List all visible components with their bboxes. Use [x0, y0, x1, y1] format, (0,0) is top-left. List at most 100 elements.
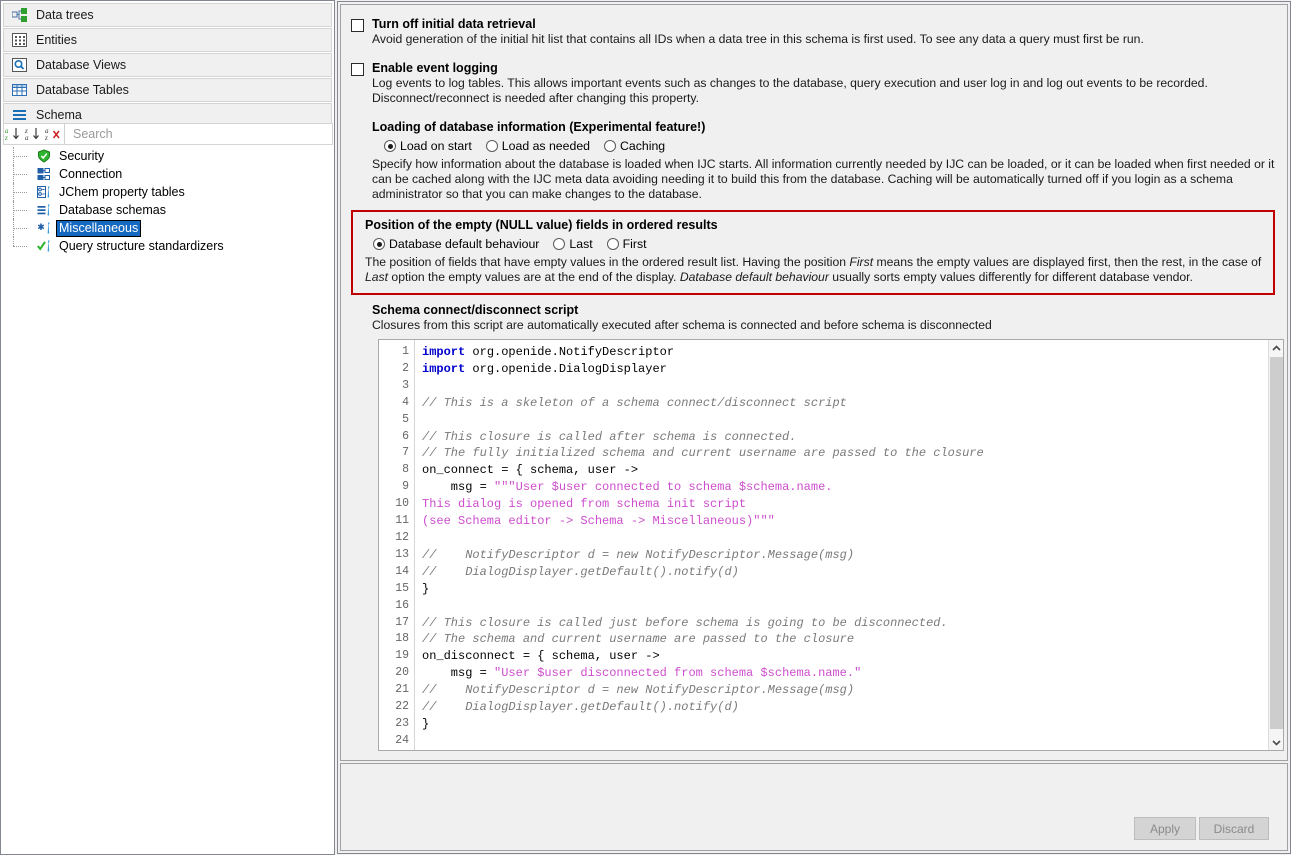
code-line: on_disconnect = { schema, user ->	[422, 648, 1267, 665]
code-line: // NotifyDescriptor d = new NotifyDescri…	[422, 547, 1267, 564]
accordion-item-database-views[interactable]: Database Views	[3, 53, 332, 77]
radio-indicator	[373, 238, 385, 250]
code-token: // The schema and current username are p…	[422, 632, 854, 646]
line-number: 3	[379, 378, 414, 395]
loading-of-database-information-group: Loading of database information (Experim…	[372, 120, 1275, 202]
code-line	[422, 733, 1267, 750]
radio-label: Load as needed	[502, 139, 590, 153]
accordion-item-database-tables[interactable]: Database Tables	[3, 78, 332, 102]
svg-text:z: z	[45, 134, 48, 142]
code-token: // DialogDisplayer.getDefault().notify(d…	[422, 565, 739, 579]
connection-plug-icon	[35, 166, 53, 182]
radio-load-as-needed[interactable]: Load as needed	[486, 139, 590, 153]
editor-code-area[interactable]: import org.openide.NotifyDescriptorimpor…	[416, 340, 1267, 750]
accordion-item-entities[interactable]: Entities	[3, 28, 332, 52]
code-token: import	[422, 345, 465, 359]
code-token: "User $user disconnected from schema $sc…	[494, 666, 861, 680]
tree-connector	[11, 237, 35, 255]
code-token: }	[422, 582, 429, 596]
green-shield-icon	[35, 148, 53, 164]
line-number: 19	[379, 648, 414, 665]
code-line: // DialogDisplayer.getDefault().notify(d…	[422, 699, 1267, 716]
tree-connector	[11, 183, 35, 201]
line-number: 7	[379, 445, 414, 462]
line-number: 14	[379, 564, 414, 581]
code-token: // This closure is called after schema i…	[422, 430, 796, 444]
code-line	[422, 412, 1267, 429]
code-token: // The fully initialized schema and curr…	[422, 446, 984, 460]
code-line: // This is a skeleton of a schema connec…	[422, 395, 1267, 412]
tree-item-jchem-property-tables[interactable]: JChem property tables	[1, 183, 334, 201]
tree-item-label: Connection	[57, 167, 124, 182]
tree-item-label: Security	[57, 149, 106, 164]
a-z-sort-clear-icon[interactable]: a z	[44, 124, 64, 144]
tree-connector	[11, 201, 35, 219]
enable-event-logging-checkbox[interactable]	[351, 63, 364, 76]
tree-item-miscellaneous[interactable]: Miscellaneous	[1, 219, 334, 237]
radio-first[interactable]: First	[607, 237, 647, 251]
script-code-editor[interactable]: 123456789101112131415161718192021222324 …	[378, 339, 1284, 751]
tree-item-database-schemas[interactable]: Database schemas	[1, 201, 334, 219]
entities-grid-icon	[12, 32, 30, 48]
accordion-label: Database Views	[36, 58, 126, 72]
line-number: 24	[379, 733, 414, 750]
discard-button[interactable]: Discard	[1199, 817, 1269, 840]
line-number: 18	[379, 631, 414, 648]
code-token: (see Schema editor -> Schema -> Miscella…	[422, 514, 775, 528]
chevron-down-icon[interactable]	[1269, 734, 1284, 750]
code-token: """User $user connected to schema $schem…	[494, 480, 832, 494]
left-navigator-panel: Data trees Entities	[0, 0, 335, 855]
radio-load-on-start[interactable]: Load on start	[384, 139, 472, 153]
database-schemas-wrench-icon	[35, 202, 53, 218]
tree-item-security[interactable]: Security	[1, 147, 334, 165]
code-line: import org.openide.NotifyDescriptor	[422, 344, 1267, 361]
line-number: 10	[379, 496, 414, 513]
tree-item-query-structure-standardizers[interactable]: Query structure standardizers	[1, 237, 334, 255]
schema-settings-tree: Security Connection	[1, 147, 334, 255]
accordion-item-data-trees[interactable]: Data trees	[3, 3, 332, 27]
z-a-sort-descending-icon[interactable]: z a	[24, 124, 44, 144]
code-line: // The schema and current username are p…	[422, 631, 1267, 648]
enable-event-logging-description: Log events to log tables. This allows im…	[372, 76, 1275, 106]
property-table-wrench-icon	[35, 184, 53, 200]
code-token: }	[422, 717, 429, 731]
schema-connect-disconnect-script-group: Schema connect/disconnect script Closure…	[372, 303, 1275, 333]
database-view-magnifier-icon	[12, 57, 30, 73]
apply-button[interactable]: Apply	[1134, 817, 1196, 840]
editor-vertical-scrollbar[interactable]	[1268, 340, 1283, 750]
line-number: 23	[379, 716, 414, 733]
schema-connect-disconnect-script-description: Closures from this script are automatica…	[372, 318, 1275, 333]
code-token: // NotifyDescriptor d = new NotifyDescri…	[422, 548, 854, 562]
turn-off-initial-data-retrieval-description: Avoid generation of the initial hit list…	[372, 32, 1275, 47]
accordion-label: Entities	[36, 33, 77, 47]
code-token: // DialogDisplayer.getDefault().notify(d…	[422, 700, 739, 714]
code-line: // This closure is called after schema i…	[422, 429, 1267, 446]
radio-caching[interactable]: Caching	[604, 139, 665, 153]
chevron-up-icon[interactable]	[1269, 340, 1284, 356]
line-number: 21	[379, 682, 414, 699]
scrollbar-thumb[interactable]	[1270, 357, 1283, 729]
code-token: on_disconnect = { schema, user ->	[422, 649, 660, 663]
search-input[interactable]	[64, 124, 332, 144]
code-token: org.openide.DialogDisplayer	[465, 362, 667, 376]
turn-off-initial-data-retrieval-checkbox[interactable]	[351, 19, 364, 32]
tree-item-label: Query structure standardizers	[57, 239, 226, 254]
radio-last[interactable]: Last	[553, 237, 592, 251]
null-position-radio-group: Database default behaviour Last First	[373, 237, 1263, 251]
code-line	[422, 598, 1267, 615]
tree-connector	[11, 147, 35, 165]
tree-item-connection[interactable]: Connection	[1, 165, 334, 183]
a-z-sort-ascending-icon[interactable]: a z	[4, 124, 24, 144]
null-position-highlighted-section: Position of the empty (NULL value) field…	[351, 210, 1275, 295]
table-grid-icon	[12, 82, 30, 98]
radio-database-default-behaviour[interactable]: Database default behaviour	[373, 237, 539, 251]
line-number: 1	[379, 344, 414, 361]
turn-off-initial-data-retrieval-label: Turn off initial data retrieval	[372, 17, 1275, 32]
accordion-label: Data trees	[36, 8, 94, 22]
loading-of-database-information-description: Specify how information about the databa…	[372, 157, 1275, 202]
line-number: 17	[379, 615, 414, 632]
code-token: msg =	[422, 666, 494, 680]
radio-label: First	[623, 237, 647, 251]
svg-text:z: z	[5, 134, 8, 142]
radio-indicator	[607, 238, 619, 250]
